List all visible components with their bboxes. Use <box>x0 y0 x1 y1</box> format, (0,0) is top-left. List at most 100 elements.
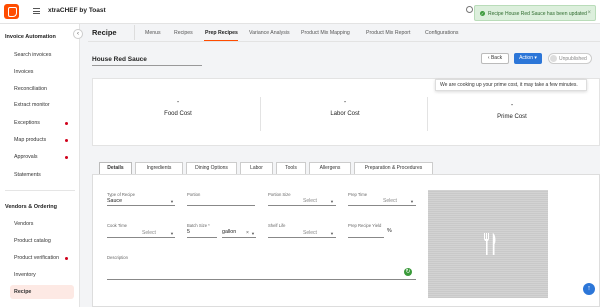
type-of-recipe-label: Type of Recipe <box>107 192 135 197</box>
shelf-life-label: Shelf Life <box>268 223 286 228</box>
tab-prep-recipes[interactable]: Prep Recipes <box>205 30 238 36</box>
food-cost-label: Food Cost <box>164 111 192 117</box>
cost-divider <box>260 97 261 131</box>
prime-cost-value: - <box>510 102 514 109</box>
collapse-sidebar-button[interactable]: ‹ <box>73 29 83 39</box>
type-of-recipe-select[interactable]: Sauce <box>107 198 122 204</box>
alert-dot <box>65 155 68 159</box>
batch-unit-select[interactable]: gallon <box>222 229 236 235</box>
arrow-up-icon[interactable]: ↑ <box>583 283 595 295</box>
tab-dining-options[interactable]: Dining Options <box>186 162 237 174</box>
portion-size-label: Portion Size <box>268 192 291 197</box>
prime-cost-column: - Prime Cost <box>429 93 595 133</box>
tab-menus[interactable]: Menus <box>145 30 161 36</box>
chevron-down-icon: ▼ <box>410 199 414 204</box>
sidebar-item-statements[interactable]: Statements <box>10 168 74 182</box>
back-button[interactable]: ‹ Back <box>481 53 509 64</box>
sidebar-item-map-products[interactable]: Map products <box>10 133 74 147</box>
sidebar-item-extract-monitor[interactable]: Extract monitor <box>10 98 74 112</box>
prep-time-label: Prep Time <box>348 192 368 197</box>
check-icon: ✓ <box>480 11 485 16</box>
field-underline <box>107 237 175 238</box>
tab-product-mix-report[interactable]: Product Mix Report <box>366 30 410 36</box>
portion-size-select[interactable]: Select <box>303 198 317 204</box>
portion-input[interactable] <box>187 205 255 206</box>
toast-logo-icon[interactable] <box>4 4 19 19</box>
cost-divider <box>427 97 428 131</box>
sidebar-item-product-verification[interactable]: Product verification <box>10 251 74 265</box>
prep-time-select[interactable]: Select <box>383 198 397 204</box>
publish-toggle[interactable]: Unpublished <box>548 53 592 64</box>
tab-variance-analysis[interactable]: Variance Analysis <box>249 30 290 36</box>
yield-input[interactable] <box>348 237 384 238</box>
sidebar-item-search-invoices[interactable]: Search invoices <box>10 48 74 62</box>
sidebar-item-approvals[interactable]: Approvals <box>10 150 74 164</box>
tab-product-mix-mapping[interactable]: Product Mix Mapping <box>301 30 350 36</box>
toggle-knob <box>550 55 557 62</box>
prime-cost-label: Prime Cost <box>497 114 527 120</box>
tab-allergens[interactable]: Allergens <box>309 162 351 174</box>
location-icon[interactable] <box>466 6 473 13</box>
prime-cost-tooltip: We are cooking up your prime cost, it ma… <box>435 79 587 91</box>
sidebar-item-invoices[interactable]: Invoices <box>10 65 74 79</box>
recipe-name-underline <box>92 65 202 66</box>
field-underline <box>107 205 175 206</box>
sidebar-group-invoice-automation: Invoice Automation <box>5 34 56 40</box>
labor-cost-value: - <box>343 99 347 106</box>
food-cost-column: - Food Cost <box>95 93 261 133</box>
tab-labor[interactable]: Labor <box>240 162 273 174</box>
page-title: Recipe <box>92 28 117 37</box>
success-toast: ✓ Recipe House Red Sauce has been update… <box>474 5 596 21</box>
brand-name: xtraCHEF by Toast <box>48 7 106 14</box>
cook-time-select[interactable]: Select <box>142 230 156 236</box>
clear-icon[interactable]: × <box>246 230 249 236</box>
batch-size-label: Batch Size * <box>187 223 210 228</box>
tab-tools[interactable]: Tools <box>276 162 306 174</box>
tab-preparation-procedures[interactable]: Preparation & Procedures <box>354 162 433 174</box>
action-button[interactable]: Action ▾ <box>514 53 542 64</box>
field-underline <box>187 237 217 238</box>
cook-time-label: Cook Time <box>107 223 128 228</box>
field-underline <box>268 237 336 238</box>
tab-details[interactable]: Details <box>99 162 132 174</box>
sidebar-item-reconciliation[interactable]: Reconciliation <box>10 82 74 96</box>
yield-unit: % <box>387 228 392 234</box>
utensils-icon <box>484 233 496 255</box>
sidebar-item-vendors[interactable]: Vendors <box>10 217 74 231</box>
chevron-down-icon: ▼ <box>330 231 334 236</box>
prep-recipe-yield-label: Prep Recipe Yield <box>348 223 382 228</box>
alert-dot <box>65 121 68 125</box>
food-cost-value: - <box>176 99 180 106</box>
toast-message: Recipe House Red Sauce has been updated <box>488 11 587 17</box>
sidebar: Invoice Automation Search invoices Invoi… <box>0 24 80 307</box>
sidebar-item-recipe[interactable]: Recipe <box>10 285 74 299</box>
chevron-down-icon: ▼ <box>170 231 174 236</box>
alert-dot <box>65 138 68 142</box>
nav-divider <box>88 41 600 42</box>
chevron-down-icon: ▼ <box>330 199 334 204</box>
tab-ingredients[interactable]: Ingredients <box>135 162 183 174</box>
publish-state-label: Unpublished <box>559 56 587 62</box>
tab-recipes[interactable]: Recipes <box>174 30 193 36</box>
sidebar-group-vendors-ordering: Vendors & Ordering <box>5 204 57 210</box>
close-icon[interactable]: × <box>587 10 591 16</box>
chevron-down-icon: ▼ <box>170 199 174 204</box>
field-underline <box>268 205 336 206</box>
tab-configurations[interactable]: Configurations <box>425 30 458 36</box>
labor-cost-label: Labor Cost <box>330 111 360 117</box>
sidebar-item-product-catalog[interactable]: Product catalog <box>10 234 74 248</box>
description-label: Description <box>107 255 128 260</box>
chevron-down-icon: ▼ <box>251 231 255 236</box>
title-divider <box>134 25 135 40</box>
batch-size-input[interactable]: 5 <box>187 229 190 235</box>
sidebar-item-inventory[interactable]: Inventory <box>10 268 74 282</box>
sidebar-item-exceptions[interactable]: Exceptions <box>10 116 74 130</box>
shelf-life-select[interactable]: Select <box>303 230 317 236</box>
labor-cost-column: - Labor Cost <box>262 93 428 133</box>
recipe-name[interactable]: House Red Sauce <box>92 56 147 63</box>
field-underline <box>348 205 416 206</box>
alert-dot <box>65 256 68 260</box>
refresh-icon[interactable]: ↻ <box>404 268 412 276</box>
description-input[interactable] <box>107 279 416 280</box>
menu-icon[interactable] <box>33 8 40 14</box>
